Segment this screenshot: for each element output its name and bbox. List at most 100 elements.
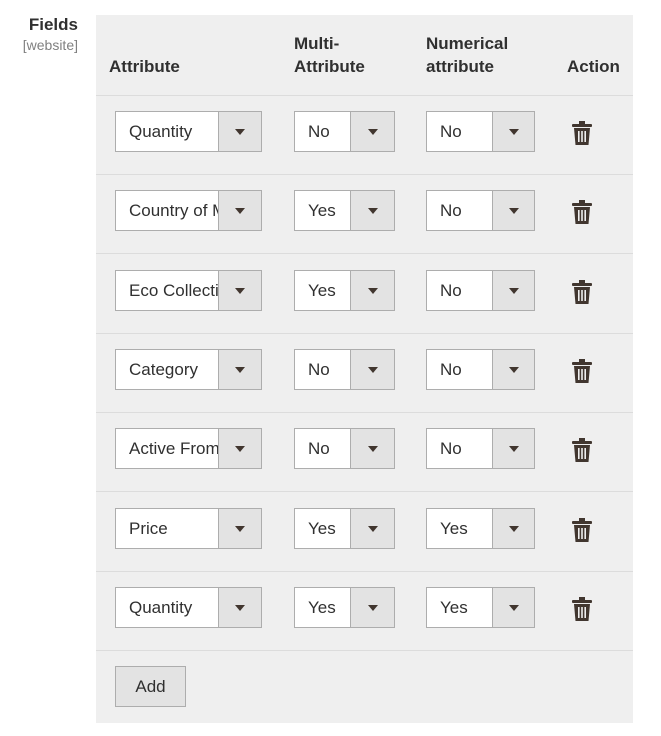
attributes-grid: Attribute Multi- Attribute Numerical att… bbox=[96, 15, 633, 723]
attribute-dropdown-button[interactable] bbox=[218, 270, 261, 310]
numerical-attribute-select[interactable]: No bbox=[426, 190, 535, 232]
trash-icon[interactable] bbox=[572, 596, 592, 621]
numerical-attribute-select[interactable]: No bbox=[426, 348, 535, 390]
multi-attribute-select-value: Yes bbox=[308, 201, 336, 221]
numerical-attribute-dropdown-button[interactable] bbox=[492, 349, 534, 389]
add-button[interactable]: Add bbox=[115, 666, 186, 707]
multi-attribute-select-value: Yes bbox=[308, 518, 336, 538]
chevron-down-icon bbox=[235, 129, 245, 135]
attribute-select-value: Category bbox=[129, 359, 198, 379]
attribute-dropdown-button[interactable] bbox=[218, 349, 261, 389]
trash-icon[interactable] bbox=[572, 517, 592, 542]
table-row: Quantity No No bbox=[96, 95, 633, 175]
multi-attribute-select[interactable]: Yes bbox=[294, 190, 395, 232]
chevron-down-icon bbox=[235, 366, 245, 373]
attribute-select-value: Quantity bbox=[129, 597, 193, 617]
numerical-attribute-select[interactable]: No bbox=[426, 111, 535, 152]
chevron-down-icon bbox=[235, 525, 245, 532]
numerical-attribute-dropdown-button[interactable] bbox=[492, 429, 534, 469]
chevron-down-icon bbox=[508, 208, 519, 215]
column-header-multi-line2: Attribute bbox=[294, 57, 365, 76]
numerical-attribute-dropdown-button[interactable] bbox=[492, 112, 534, 151]
trash-icon[interactable] bbox=[572, 121, 592, 145]
chevron-down-icon bbox=[235, 287, 245, 294]
attribute-select[interactable]: Category bbox=[115, 348, 262, 390]
numerical-attribute-select-value: No bbox=[440, 201, 462, 221]
multi-attribute-dropdown-button[interactable] bbox=[350, 270, 394, 310]
column-header-attribute: Attribute bbox=[109, 57, 180, 76]
attribute-dropdown-button[interactable] bbox=[218, 508, 261, 548]
attribute-dropdown-button[interactable] bbox=[218, 429, 261, 469]
column-header-numerical-line2: attribute bbox=[426, 57, 494, 76]
chevron-down-icon bbox=[367, 446, 378, 453]
trash-icon[interactable] bbox=[572, 279, 592, 304]
attribute-select-value: Quantity bbox=[129, 122, 193, 141]
multi-attribute-select[interactable]: No bbox=[294, 348, 395, 390]
multi-attribute-select[interactable]: No bbox=[294, 428, 395, 470]
chevron-down-icon bbox=[508, 525, 519, 532]
numerical-attribute-select-value: No bbox=[440, 280, 462, 300]
column-header-numerical-attribute: Numerical attribute bbox=[426, 32, 546, 78]
numerical-attribute-select-value: Yes bbox=[440, 597, 468, 617]
attribute-select[interactable]: Eco Collection bbox=[115, 269, 262, 311]
numerical-attribute-select[interactable]: Yes bbox=[426, 586, 535, 628]
attribute-dropdown-button[interactable] bbox=[218, 587, 261, 627]
attribute-select[interactable]: Quantity bbox=[115, 111, 262, 152]
attribute-dropdown-button[interactable] bbox=[218, 191, 261, 231]
attribute-select[interactable]: Quantity bbox=[115, 586, 262, 628]
table-row: Country of Manufacture Yes No bbox=[96, 174, 633, 255]
attribute-select[interactable]: Active From bbox=[115, 428, 262, 470]
column-header-numerical-line1: Numerical bbox=[426, 34, 509, 53]
multi-attribute-select-value: No bbox=[308, 439, 330, 459]
multi-attribute-dropdown-button[interactable] bbox=[350, 349, 394, 389]
column-header-multi-line1: Multi- bbox=[294, 34, 340, 53]
multi-attribute-select[interactable]: Yes bbox=[294, 586, 395, 628]
chevron-down-icon bbox=[367, 604, 378, 611]
attribute-select[interactable]: Country of Manufacture bbox=[115, 190, 262, 232]
column-header-action: Action bbox=[567, 57, 620, 76]
numerical-attribute-dropdown-button[interactable] bbox=[492, 270, 534, 310]
chevron-down-icon bbox=[367, 287, 378, 294]
multi-attribute-dropdown-button[interactable] bbox=[350, 587, 394, 627]
numerical-attribute-select[interactable]: No bbox=[426, 428, 535, 470]
multi-attribute-select[interactable]: Yes bbox=[294, 269, 395, 311]
chevron-down-icon bbox=[367, 525, 378, 532]
multi-attribute-dropdown-button[interactable] bbox=[350, 429, 394, 469]
chevron-down-icon bbox=[235, 208, 245, 215]
multi-attribute-select[interactable]: No bbox=[294, 111, 395, 152]
table-row: Eco Collection Yes No bbox=[96, 254, 633, 334]
multi-attribute-dropdown-button[interactable] bbox=[350, 112, 394, 151]
multi-attribute-select[interactable]: Yes bbox=[294, 507, 395, 549]
trash-icon[interactable] bbox=[572, 438, 592, 463]
attribute-dropdown-button[interactable] bbox=[218, 112, 261, 151]
attribute-select-value: Price bbox=[129, 518, 168, 538]
trash-icon[interactable] bbox=[572, 200, 592, 225]
multi-attribute-select-value: No bbox=[308, 359, 330, 379]
table-row: Category No No bbox=[96, 333, 633, 413]
numerical-attribute-select-value: Yes bbox=[440, 518, 468, 538]
column-header-multi-attribute: Multi- Attribute bbox=[294, 32, 414, 78]
numerical-attribute-dropdown-button[interactable] bbox=[492, 508, 534, 548]
numerical-attribute-select-value: No bbox=[440, 122, 462, 141]
numerical-attribute-select[interactable]: No bbox=[426, 269, 535, 311]
attribute-select-value: Eco Collection bbox=[129, 280, 219, 300]
field-label: Fields bbox=[28, 15, 78, 34]
chevron-down-icon bbox=[367, 366, 378, 373]
numerical-attribute-dropdown-button[interactable] bbox=[492, 587, 534, 627]
multi-attribute-select-value: No bbox=[308, 122, 330, 141]
numerical-attribute-select-value: No bbox=[440, 439, 462, 459]
chevron-down-icon bbox=[508, 366, 519, 373]
trash-icon[interactable] bbox=[572, 358, 592, 383]
table-row: Price Yes Yes bbox=[96, 492, 633, 572]
chevron-down-icon bbox=[508, 129, 519, 135]
grid-header: Attribute Multi- Attribute Numerical att… bbox=[96, 15, 633, 96]
chevron-down-icon bbox=[235, 446, 245, 453]
chevron-down-icon bbox=[235, 604, 245, 611]
attribute-select-value: Active From bbox=[129, 439, 219, 459]
attribute-select[interactable]: Price bbox=[115, 507, 262, 549]
multi-attribute-dropdown-button[interactable] bbox=[350, 191, 394, 231]
numerical-attribute-select[interactable]: Yes bbox=[426, 507, 535, 549]
chevron-down-icon bbox=[508, 604, 519, 611]
multi-attribute-dropdown-button[interactable] bbox=[350, 508, 394, 548]
numerical-attribute-dropdown-button[interactable] bbox=[492, 191, 534, 231]
